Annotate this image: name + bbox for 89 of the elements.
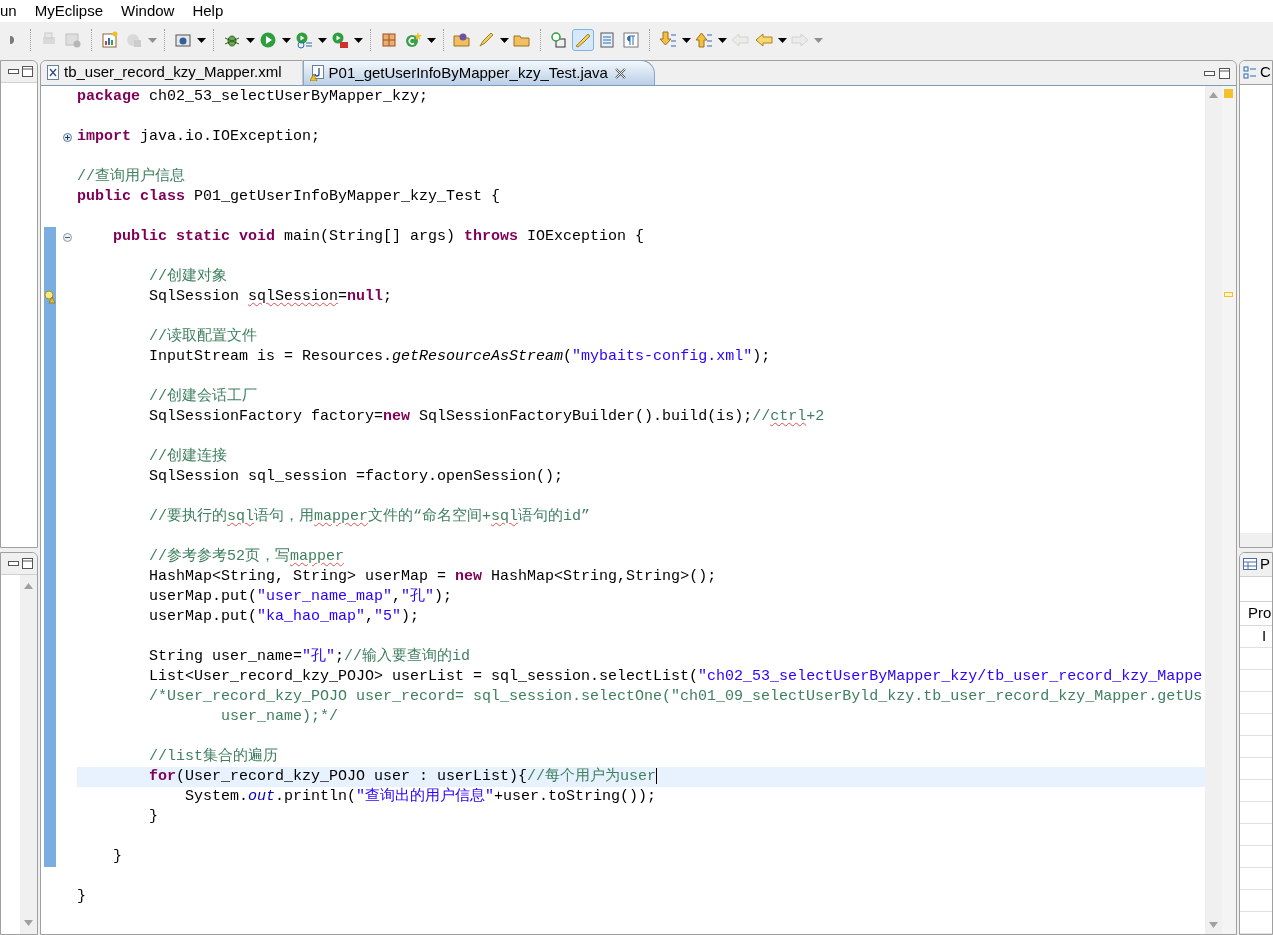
code-line: }	[77, 887, 87, 907]
toolbar-button[interactable]	[620, 29, 642, 51]
caret-icon	[499, 37, 509, 43]
back-icon	[731, 31, 749, 49]
scroll-down-icon[interactable]	[24, 920, 33, 926]
previous-annotation-icon	[695, 31, 713, 49]
partial-icon	[10, 36, 14, 44]
code-line: package ch02_53_selectUserByMapper_kzy;	[77, 87, 430, 107]
code-line: import java.io.IOException;	[77, 127, 322, 147]
editor-tab[interactable]: tb_user_record_kzy_Mapper.xml	[41, 60, 303, 85]
package-icon	[380, 31, 398, 49]
toolbar-button[interactable]	[572, 29, 594, 51]
scroll-down-icon[interactable]	[1209, 922, 1218, 928]
code-line: /*User_record_kzy_POJO user_record= sql_session.selectOne("ch01_09_selectUserByld_kzy.tb_user_record_kzy_Mapper.getUs	[148, 687, 1204, 707]
caret-icon	[281, 37, 291, 43]
pilcrow-icon	[622, 31, 640, 49]
code-line: //查询用户信息	[77, 167, 186, 187]
code-line: public class P01_getUserInfoByMapper_kzy_Test {	[77, 187, 502, 207]
minimize-icon[interactable]	[8, 561, 19, 566]
minimize-icon[interactable]	[1204, 70, 1215, 76]
code-line: public static void main(String[] args) throws IOException {	[112, 227, 646, 247]
expand-icon[interactable]	[62, 132, 72, 142]
caret-icon	[317, 37, 327, 43]
outline-icon	[1243, 65, 1257, 80]
back-icon	[755, 31, 773, 49]
caret-icon	[353, 37, 363, 43]
code-line: SqlSession sql_session =factory.openSession();	[148, 467, 565, 487]
run-list-icon	[295, 31, 313, 49]
close-icon[interactable]	[614, 67, 626, 79]
caret-icon	[245, 37, 255, 43]
property-row[interactable]: I	[1262, 625, 1267, 648]
folder-icon	[453, 31, 471, 49]
code-line: //list集合的遍历	[148, 747, 280, 767]
pen-icon	[477, 31, 495, 49]
maximize-icon[interactable]	[1219, 67, 1230, 79]
scrollbar[interactable]	[1240, 533, 1272, 547]
code-line: //创建会话工厂	[148, 387, 259, 407]
caret-icon	[681, 37, 691, 43]
warning-marker[interactable]	[1224, 89, 1233, 98]
camera-icon	[174, 31, 192, 49]
code-line: String user_name="孔";//输入要查询的id	[148, 647, 472, 667]
code-line: //读取配置文件	[148, 327, 259, 347]
code-line: userMap.put("user_name_map","孔");	[148, 587, 454, 607]
menu-item[interactable]: Help	[183, 0, 233, 23]
code-line: }	[148, 807, 160, 827]
code-line: SqlSession sqlSession=null;	[148, 287, 394, 307]
code-line: List<User_record_kzy_POJO> userList = sql_session.selectList("ch02_53_selectUserByMapper_kzy/tb_user_record_kzy_Mappe	[148, 667, 1204, 687]
play-icon	[259, 31, 277, 49]
table-icon	[1243, 558, 1257, 571]
collapse-icon[interactable]	[62, 232, 72, 242]
next-annotation-icon	[659, 31, 677, 49]
code-line: InputStream is = Resources.getResourceAsStream("mybaits-config.xml");	[148, 347, 772, 367]
scrollbar[interactable]	[1205, 86, 1222, 934]
code-line: //要执行的sql语句，用mapper文件的“命名空间+sql语句的id”	[148, 507, 592, 527]
column-header[interactable]: Pro	[1248, 602, 1272, 625]
forward-icon	[791, 31, 809, 49]
scroll-up-icon[interactable]	[1209, 92, 1218, 98]
caret-icon	[196, 37, 206, 43]
code-line: System.out.println("查询出的用户信息"+user.toString());	[184, 787, 658, 807]
caret-icon	[426, 37, 436, 43]
caret-icon	[147, 37, 157, 43]
code-line: }	[112, 847, 124, 867]
highlight-icon	[574, 31, 592, 49]
code-line: //创建对象	[148, 267, 229, 287]
code-line: HashMap<String, String> userMap = new HashMap<String,String>();	[148, 567, 718, 587]
code-line: //参考参考52页，写mapper	[148, 547, 346, 567]
code-line: user_name);*/	[220, 707, 340, 727]
new-class-icon	[404, 31, 422, 49]
code-line: userMap.put("ka_hao_map","5");	[148, 607, 421, 627]
block-icon	[598, 31, 616, 49]
menu-item[interactable]: un	[0, 0, 26, 23]
warning-marker[interactable]	[1224, 292, 1233, 297]
editor-tab[interactable]: P01_getUserInfoByMapper_kzy_Test.java	[302, 60, 655, 85]
scrollbar[interactable]	[20, 575, 37, 934]
caret-icon	[717, 37, 727, 43]
chart-icon	[101, 31, 119, 49]
java-file-warning-icon	[309, 65, 324, 81]
xml-file-icon	[47, 65, 59, 80]
caret-icon	[813, 37, 823, 43]
maximize-icon[interactable]	[22, 66, 33, 77]
menu-item[interactable]: MyEclipse	[25, 0, 113, 23]
minimize-icon[interactable]	[8, 69, 19, 74]
code-line: SqlSessionFactory factory=new SqlSessionFactoryBuilder().build(is);//ctrl+2	[148, 407, 826, 427]
menu-item[interactable]: Window	[112, 0, 184, 23]
code-line: //创建连接	[148, 447, 229, 467]
run-tool-icon	[331, 31, 349, 49]
scroll-up-icon[interactable]	[24, 583, 33, 589]
maximize-icon[interactable]	[22, 558, 33, 569]
caret-icon	[777, 37, 787, 43]
